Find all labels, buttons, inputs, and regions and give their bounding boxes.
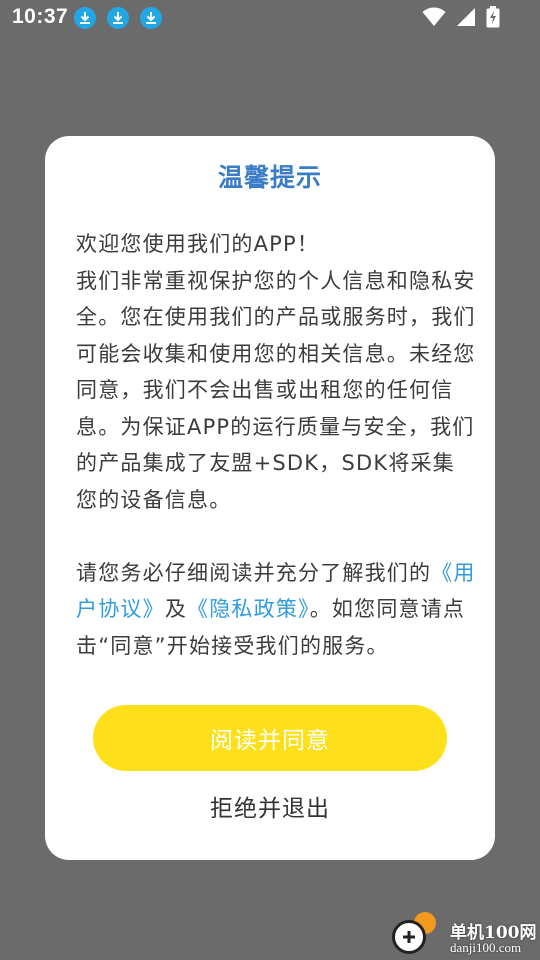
watermark-url: danji100.com <box>450 940 522 955</box>
download-icon <box>140 7 162 29</box>
download-icon <box>107 7 129 29</box>
agreement-prefix-text: 请您务必仔细阅读并充分了解我们的 <box>76 560 432 585</box>
welcome-paragraph: 欢迎您使用我们的APP！ 我们非常重视保护您的个人信息和隐私安全。您在使用我们的… <box>76 232 476 512</box>
battery-charging-icon <box>486 6 500 32</box>
status-bar: 10:37 <box>0 0 540 36</box>
agree-button[interactable]: 阅读并同意 <box>93 705 447 771</box>
privacy-policy-link[interactable]: 《隐私政策》 <box>187 597 310 621</box>
dialog-body[interactable]: 欢迎您使用我们的APP！ 我们非常重视保护您的个人信息和隐私安全。您在使用我们的… <box>76 226 476 660</box>
wifi-icon <box>422 7 446 31</box>
watermark-logo-icon <box>392 920 426 954</box>
status-time: 10:37 <box>12 5 69 28</box>
watermark: 单机100网 danji100.com <box>392 912 540 960</box>
reject-exit-button[interactable]: 拒绝并退出 <box>45 786 495 826</box>
signal-icon <box>456 7 476 31</box>
dialog-title: 温馨提示 <box>217 163 322 192</box>
and-text: 及 <box>164 597 188 621</box>
privacy-dialog: 温馨提示 欢迎您使用我们的APP！ 我们非常重视保护您的个人信息和隐私安全。您在… <box>45 136 495 860</box>
download-icon <box>74 7 96 29</box>
